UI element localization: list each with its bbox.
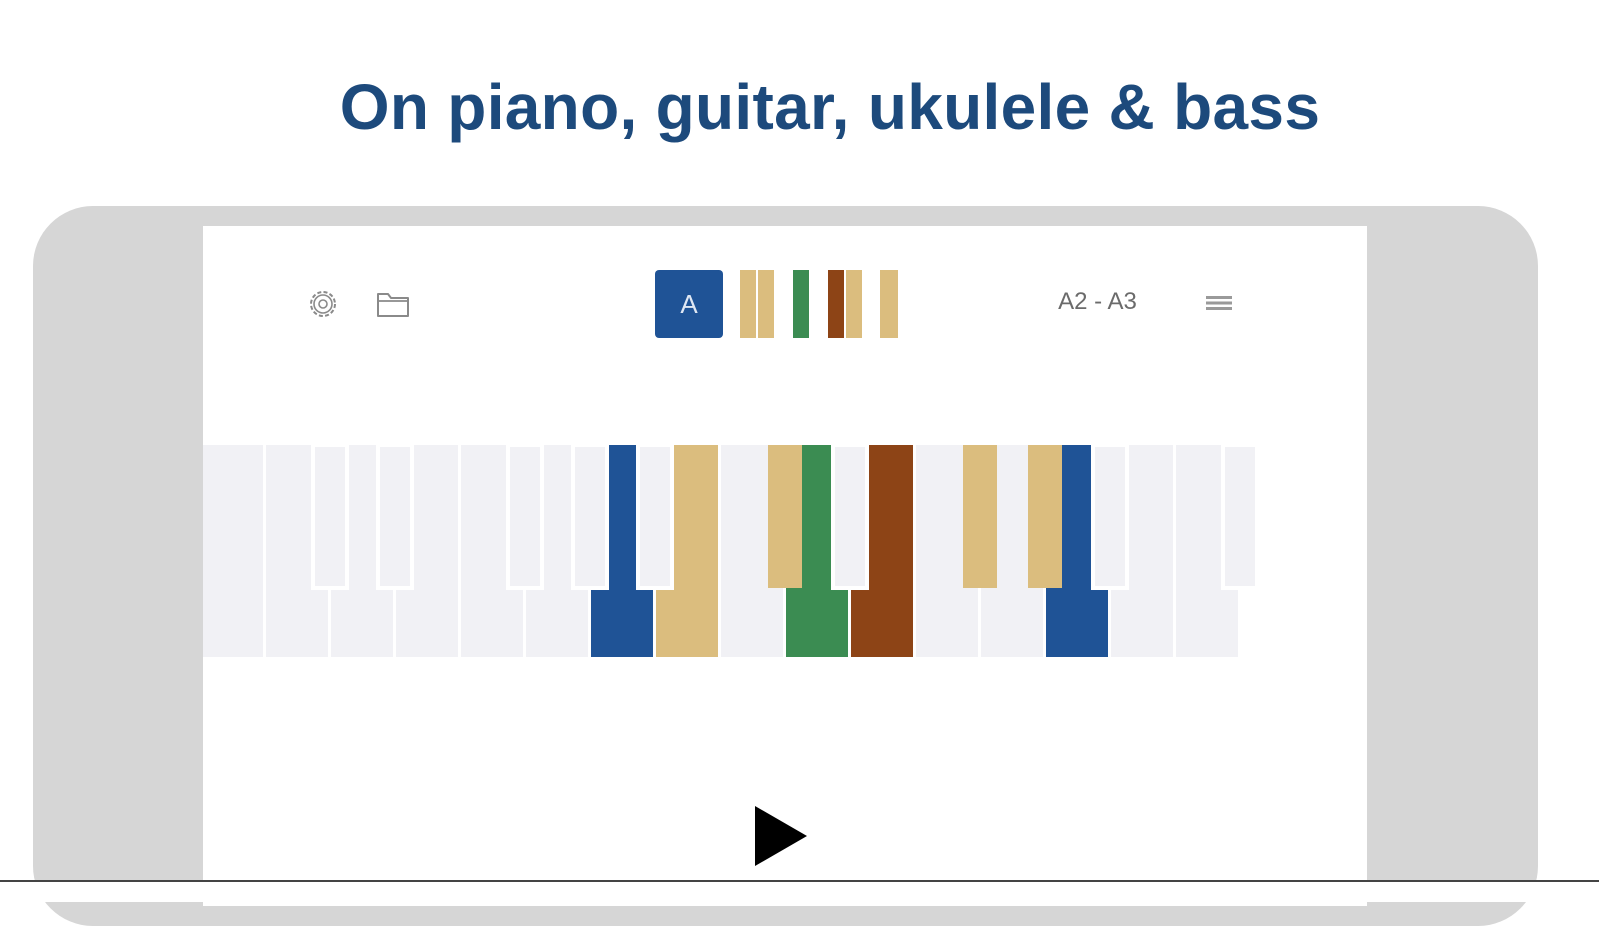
mini-key-f-sharp <box>846 270 862 338</box>
piano-black-key[interactable] <box>636 445 674 590</box>
mini-key-g-sharp <box>880 270 898 338</box>
mini-key-c-sharp <box>758 270 774 338</box>
mini-key-b <box>740 270 756 338</box>
piano-black-key[interactable] <box>571 445 609 590</box>
gear-icon[interactable] <box>306 287 340 321</box>
piano-white-key[interactable] <box>203 445 263 657</box>
mini-key-d <box>793 270 809 338</box>
piano-keyboard[interactable] <box>203 445 1367 660</box>
folder-icon[interactable] <box>376 287 410 321</box>
piano-black-key[interactable] <box>831 445 869 590</box>
menu-icon[interactable] <box>1203 290 1235 316</box>
piano-black-key[interactable] <box>1091 445 1129 590</box>
mini-key-e <box>828 270 844 338</box>
play-icon[interactable] <box>745 800 815 872</box>
key-selector-button[interactable]: A <box>655 270 723 338</box>
range-label[interactable]: A2 - A3 <box>1040 288 1155 316</box>
piano-black-key[interactable] <box>311 445 349 590</box>
piano-black-key[interactable] <box>376 445 414 590</box>
piano-black-key[interactable] <box>506 445 544 590</box>
piano-black-key[interactable] <box>768 445 802 588</box>
bottom-edge <box>0 880 1599 902</box>
headline: On piano, guitar, ukulele & bass <box>339 71 1321 143</box>
piano-black-key[interactable] <box>1028 445 1062 588</box>
key-label: A <box>680 288 698 319</box>
piano-black-key[interactable] <box>963 445 997 588</box>
mini-keyboard-preview[interactable] <box>738 270 913 338</box>
piano-black-key[interactable] <box>1221 445 1259 590</box>
